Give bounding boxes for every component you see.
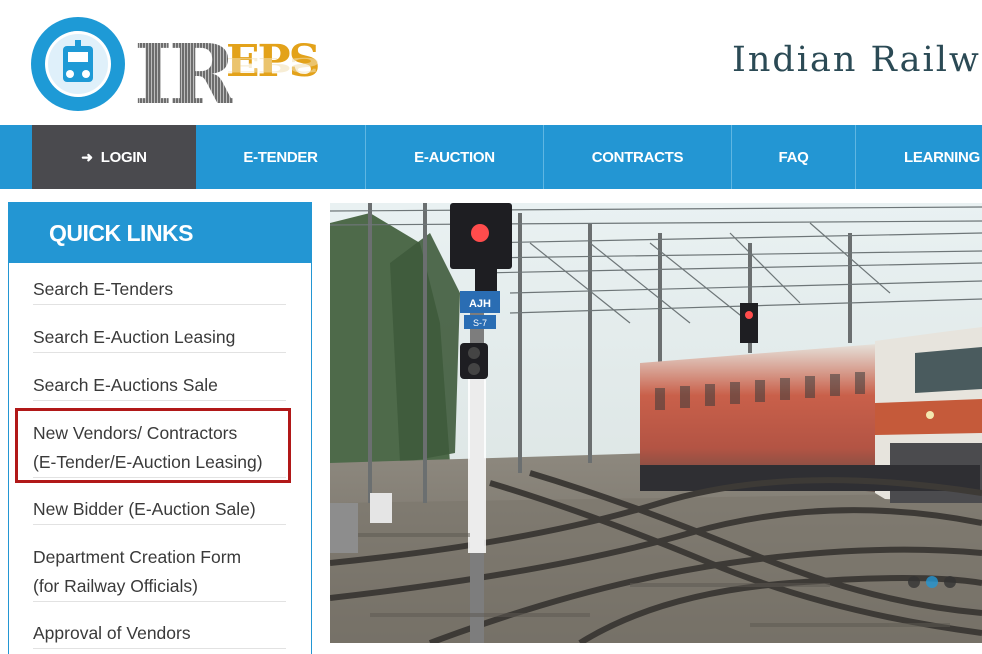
quick-link-line: Search E-Auction Leasing <box>33 327 236 347</box>
highlight-box <box>15 408 291 483</box>
quick-link-department-creation-form[interactable]: Department Creation Form (for Railway Of… <box>33 543 286 602</box>
nav-e-auction-label: E-AUCTION <box>414 148 495 166</box>
quick-links-heading: QUICK LINKS <box>9 203 311 263</box>
logo-eps-reflection: EPS <box>226 52 319 76</box>
logo-ir-text: IR <box>134 34 236 116</box>
nav-learning[interactable]: LEARNING <box>856 125 982 189</box>
nav-contracts[interactable]: CONTRACTS <box>544 125 732 189</box>
quick-link-line: Approval of Vendors <box>33 623 191 643</box>
site-header: IR EPS EPS Indian Railwa <box>0 0 982 125</box>
nav-login-label: LOGIN <box>100 148 147 166</box>
quick-link-new-bidder[interactable]: New Bidder (E-Auction Sale) <box>33 495 286 525</box>
sign-in-icon: ➜ <box>81 148 93 165</box>
quick-link-search-e-auctions-sale[interactable]: Search E-Auctions Sale <box>33 371 286 401</box>
logo-ir-letters: IR <box>134 27 236 123</box>
railway-scene: AJH S-7 <box>330 203 982 643</box>
quick-link-line: Search E-Tenders <box>33 279 174 299</box>
quick-link-approval-of-vendors[interactable]: Approval of Vendors <box>33 619 286 649</box>
carousel-indicators <box>908 576 956 588</box>
nav-e-auction[interactable]: E-AUCTION <box>366 125 544 189</box>
nav-e-tender-label: E-TENDER <box>243 148 318 166</box>
nav-e-tender[interactable]: E-TENDER <box>196 125 366 189</box>
nav-faq[interactable]: FAQ <box>732 125 856 189</box>
carousel-dot-1[interactable] <box>908 576 920 588</box>
nav-faq-label: FAQ <box>778 148 809 166</box>
quick-link-line: (for Railway Officials) <box>33 576 198 596</box>
hero-banner-image: AJH S-7 <box>330 203 982 643</box>
nav-login[interactable]: ➜ LOGIN <box>32 125 196 189</box>
quick-link-line: Search E-Auctions Sale <box>33 375 218 395</box>
main-nav: ➜ LOGIN E-TENDER E-AUCTION CONTRACTS FAQ… <box>0 125 982 189</box>
quick-link-search-e-tenders[interactable]: Search E-Tenders <box>33 275 286 305</box>
nav-learning-label: LEARNING <box>904 148 980 166</box>
quick-link-search-e-auction-leasing[interactable]: Search E-Auction Leasing <box>33 323 286 353</box>
quick-link-line: New Bidder (E-Auction Sale) <box>33 499 256 519</box>
indian-railways-emblem-icon[interactable] <box>30 16 126 112</box>
quick-link-line: Department Creation Form <box>33 547 242 567</box>
nav-contracts-label: CONTRACTS <box>591 148 684 166</box>
carousel-dot-2[interactable] <box>926 576 938 588</box>
signal-label: AJH <box>469 298 491 310</box>
site-title: Indian Railwa <box>732 40 982 80</box>
signal-sub-label: S-7 <box>473 318 487 328</box>
carousel-dot-3[interactable] <box>944 576 956 588</box>
